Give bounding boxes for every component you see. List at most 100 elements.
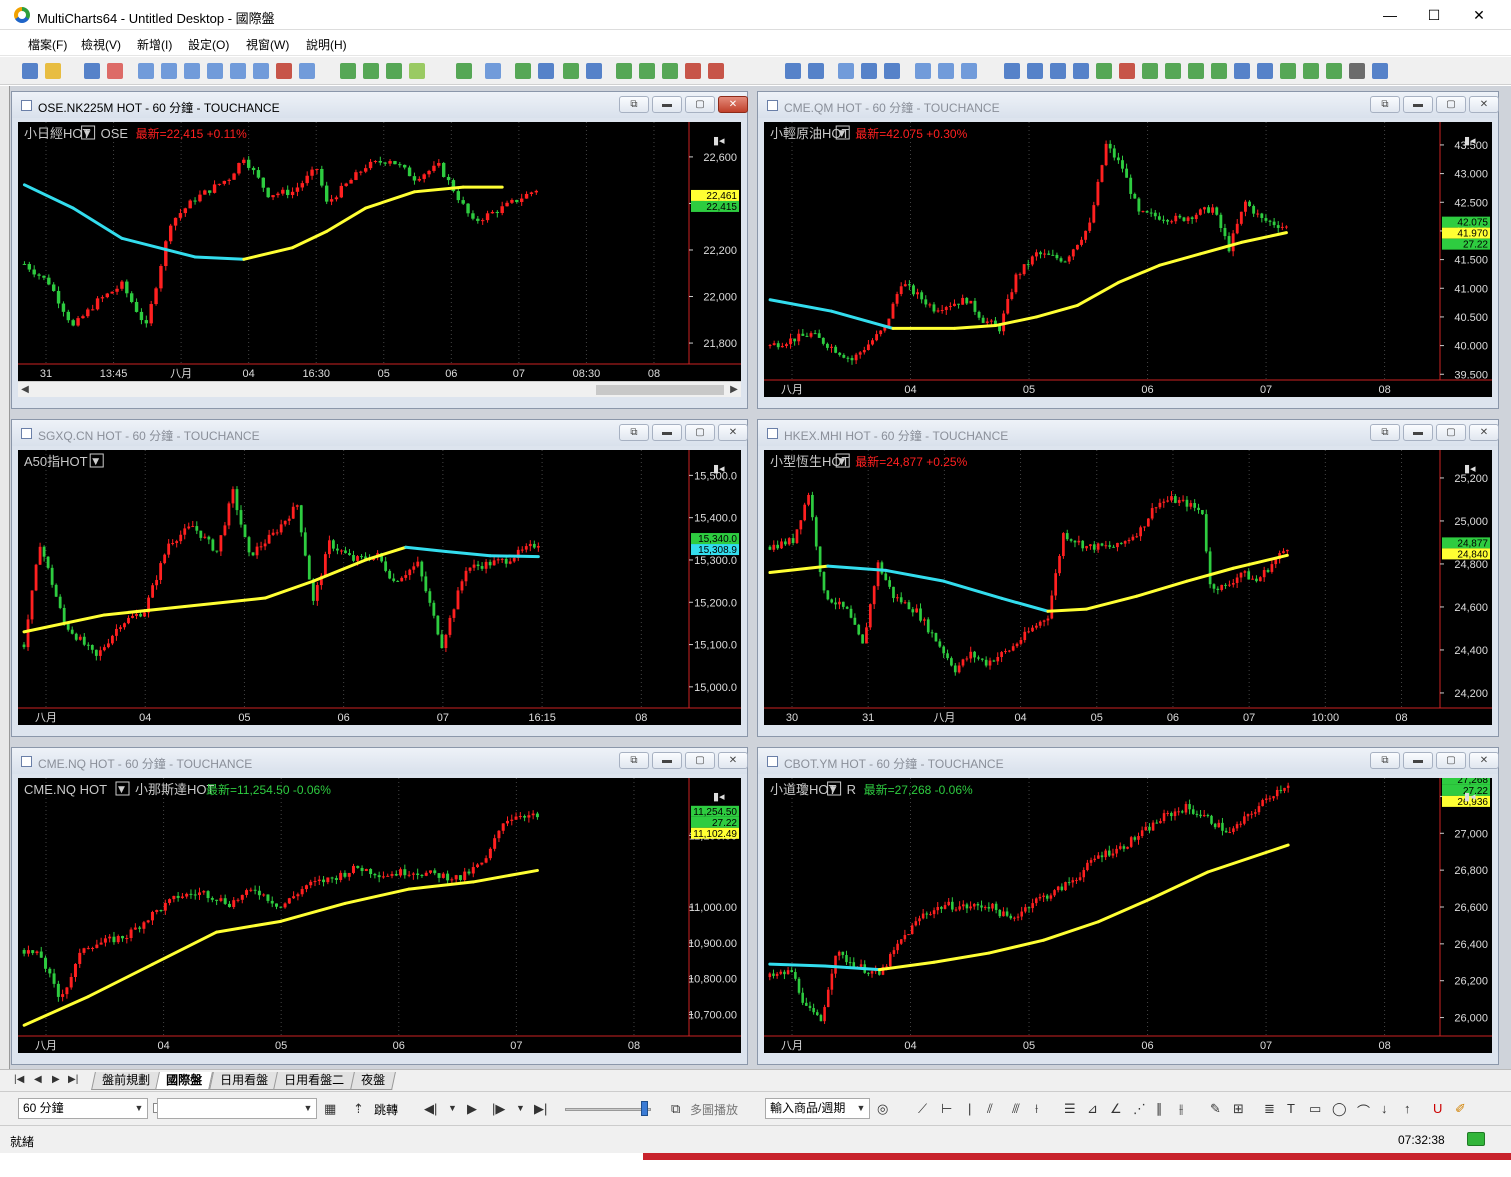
candle-body[interactable] bbox=[1123, 541, 1127, 544]
chart-plot-area[interactable]: 30 31 八月 04 05 06 07 10:00 08 25,200 25,000 24,800 2… bbox=[764, 450, 1492, 725]
candle-body[interactable] bbox=[422, 174, 426, 179]
arrow-up-icon[interactable] bbox=[1096, 63, 1112, 79]
candle-body[interactable] bbox=[1143, 526, 1146, 528]
candle-body[interactable] bbox=[1073, 540, 1077, 543]
candle-body[interactable] bbox=[992, 660, 996, 662]
candle-body[interactable] bbox=[1182, 217, 1186, 221]
candle-body[interactable] bbox=[167, 543, 171, 555]
open-icon[interactable] bbox=[45, 63, 61, 79]
next-sheet-icon[interactable]: ▶ bbox=[52, 1074, 60, 1085]
speed-slider[interactable] bbox=[565, 1108, 651, 1111]
candle-body[interactable] bbox=[305, 175, 309, 184]
candle-body[interactable] bbox=[1024, 907, 1027, 912]
candle-body[interactable] bbox=[488, 848, 492, 859]
candle-body[interactable] bbox=[495, 211, 500, 214]
candle-body[interactable] bbox=[420, 875, 424, 877]
chart-plot-area[interactable]: 八月040506070827,20027,00026,80026,60026,4… bbox=[764, 778, 1492, 1053]
scroll-to-end-icon[interactable]: ▮◂ bbox=[713, 134, 725, 147]
candle-body[interactable] bbox=[207, 536, 211, 540]
candle-body[interactable] bbox=[134, 301, 139, 312]
candle-body[interactable] bbox=[1112, 546, 1115, 548]
candle-body[interactable] bbox=[51, 284, 56, 291]
candle-body[interactable] bbox=[446, 873, 450, 881]
candle-body[interactable] bbox=[484, 561, 488, 569]
candle-body[interactable] bbox=[243, 524, 247, 538]
order-icon[interactable] bbox=[838, 63, 854, 79]
candle-body[interactable] bbox=[339, 872, 343, 880]
candle-body[interactable] bbox=[1145, 211, 1149, 213]
candle-body[interactable] bbox=[1285, 549, 1289, 552]
candle-body[interactable] bbox=[378, 161, 383, 163]
candle-body[interactable] bbox=[515, 199, 519, 202]
candle-body[interactable] bbox=[463, 871, 467, 880]
close-icon[interactable]: ✕ bbox=[1469, 96, 1499, 113]
candle-body[interactable] bbox=[176, 895, 180, 898]
candle-body[interactable] bbox=[416, 873, 420, 876]
refresh-icon[interactable] bbox=[1280, 63, 1296, 79]
candle-body[interactable] bbox=[1116, 542, 1119, 548]
candle-body[interactable] bbox=[22, 950, 26, 954]
candle-body[interactable] bbox=[34, 564, 38, 591]
candle-body[interactable] bbox=[1002, 911, 1005, 917]
candle-body[interactable] bbox=[1045, 895, 1049, 899]
candle-body[interactable] bbox=[330, 877, 334, 879]
scroll-to-end-icon[interactable]: ▮◂ bbox=[713, 790, 725, 803]
chart-plot-area[interactable]: 3113:45八月0416:3005060708:300822,60022,40… bbox=[18, 122, 741, 381]
menu-file[interactable]: 檔案(F) bbox=[28, 36, 67, 53]
chart-icon[interactable] bbox=[138, 63, 154, 79]
candle-body[interactable] bbox=[1231, 583, 1235, 585]
candle-body[interactable] bbox=[344, 183, 348, 186]
candle-body[interactable] bbox=[1096, 543, 1100, 550]
candle-body[interactable] bbox=[1228, 584, 1231, 586]
candle-body[interactable] bbox=[830, 599, 834, 603]
candle-body[interactable] bbox=[480, 220, 485, 222]
candle-body[interactable] bbox=[1199, 814, 1202, 817]
candle-body[interactable] bbox=[1131, 536, 1135, 540]
candle-body[interactable] bbox=[344, 550, 347, 554]
candle-body[interactable] bbox=[1116, 157, 1120, 161]
candle-body[interactable] bbox=[135, 613, 138, 616]
speed-lines-icon[interactable]: ⋰ bbox=[1133, 1101, 1146, 1117]
candle-body[interactable] bbox=[95, 944, 99, 948]
candle-body[interactable] bbox=[299, 505, 303, 533]
candle-body[interactable] bbox=[267, 534, 271, 544]
candle-body[interactable] bbox=[1210, 815, 1213, 824]
candle-body[interactable] bbox=[848, 962, 852, 964]
candle-body[interactable] bbox=[1015, 643, 1019, 647]
candle-body[interactable] bbox=[283, 520, 287, 525]
maximize-icon[interactable]: ▢ bbox=[1436, 96, 1466, 113]
candle-body[interactable] bbox=[1272, 796, 1275, 799]
scroll-right-icon[interactable]: ▶ bbox=[727, 382, 741, 398]
candle-body[interactable] bbox=[1060, 886, 1064, 891]
candle-body[interactable] bbox=[86, 644, 90, 646]
candle-body[interactable] bbox=[1096, 181, 1100, 206]
candle-body[interactable] bbox=[854, 354, 858, 361]
candle-body[interactable] bbox=[1162, 219, 1165, 221]
candle-body[interactable] bbox=[500, 206, 504, 214]
candle-body[interactable] bbox=[251, 167, 256, 171]
arc-tool-icon[interactable]: ⌒ bbox=[1357, 1101, 1370, 1120]
candle-body[interactable] bbox=[1283, 787, 1286, 791]
candle-body[interactable] bbox=[259, 546, 263, 548]
candle-body[interactable] bbox=[1023, 631, 1027, 641]
candle-body[interactable] bbox=[310, 169, 314, 176]
candle-body[interactable] bbox=[125, 281, 129, 294]
candle-body[interactable] bbox=[149, 304, 153, 324]
candle-body[interactable] bbox=[1100, 543, 1104, 546]
panel-icon[interactable] bbox=[938, 63, 954, 79]
candle-body[interactable] bbox=[262, 894, 266, 896]
candle-body[interactable] bbox=[892, 950, 896, 955]
line-icon[interactable] bbox=[586, 63, 602, 79]
candle-body[interactable] bbox=[965, 297, 969, 304]
candle-body[interactable] bbox=[203, 536, 207, 538]
candle-body[interactable] bbox=[1190, 217, 1194, 220]
candle-body[interactable] bbox=[295, 505, 299, 507]
candle-body[interactable] bbox=[339, 185, 344, 198]
candle-body[interactable] bbox=[915, 608, 919, 613]
candle-body[interactable] bbox=[363, 168, 368, 172]
candle-body[interactable] bbox=[1100, 855, 1104, 858]
candle-body[interactable] bbox=[142, 922, 146, 929]
chart-svg[interactable]: 八月040506070843.50043.00042.50042.00041.5… bbox=[764, 122, 1492, 397]
candle-body[interactable] bbox=[492, 560, 496, 566]
candle-body[interactable] bbox=[139, 613, 142, 617]
